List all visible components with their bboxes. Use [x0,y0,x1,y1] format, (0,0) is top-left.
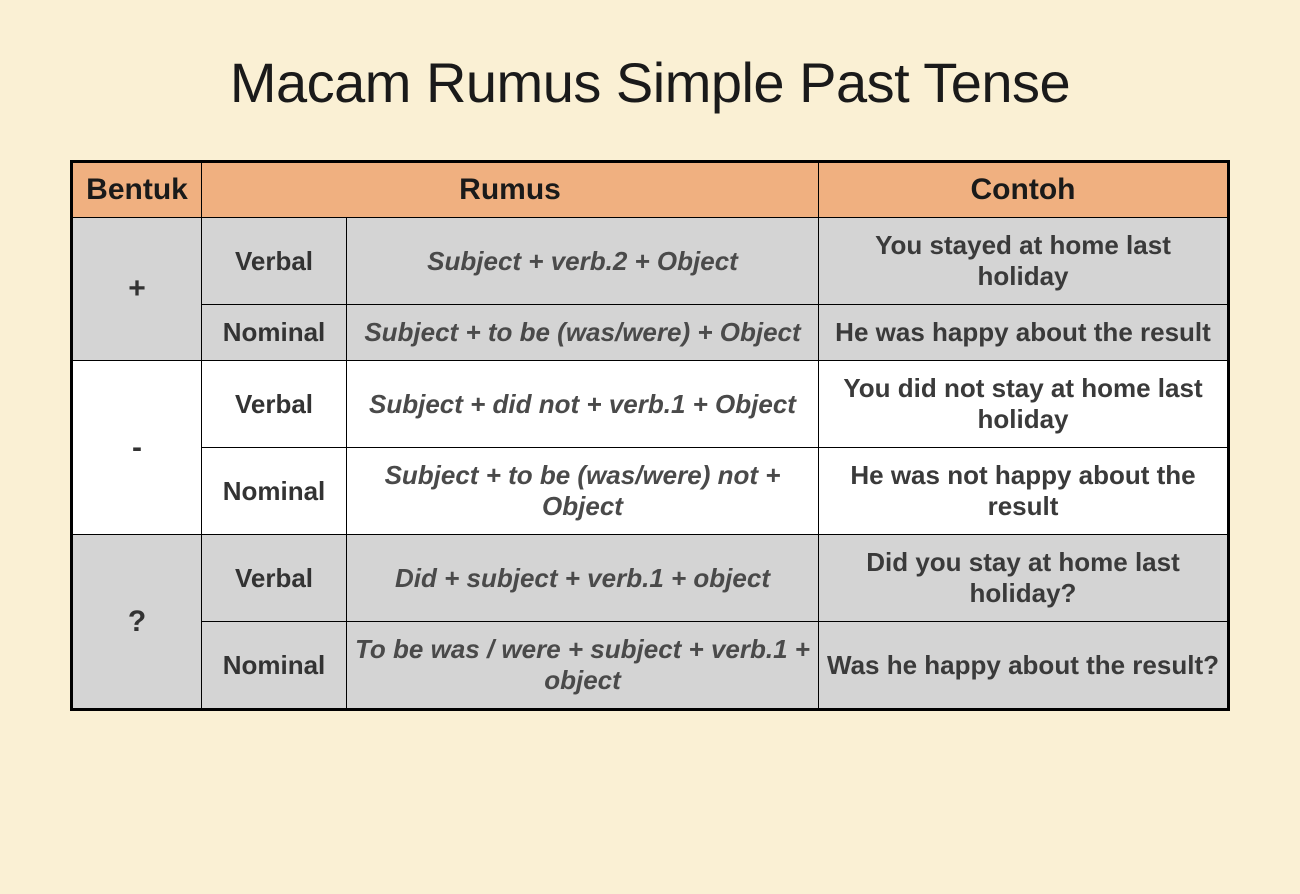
bentuk-question: ? [72,535,202,710]
contoh-cell: Was he happy about the result? [819,622,1229,710]
type-cell: Verbal [202,361,347,448]
contoh-cell: You stayed at home last holiday [819,218,1229,305]
tense-table: Bentuk Rumus Contoh + Verbal Subject + v… [70,160,1230,711]
table-row: - Verbal Subject + did not + verb.1 + Ob… [72,361,1229,448]
contoh-cell: Did you stay at home last holiday? [819,535,1229,622]
type-cell: Nominal [202,448,347,535]
page-title: Macam Rumus Simple Past Tense [70,50,1230,115]
rumus-cell: Subject + did not + verb.1 + Object [347,361,819,448]
table-row: Nominal To be was / were + subject + ver… [72,622,1229,710]
bentuk-negative: - [72,361,202,535]
type-cell: Verbal [202,218,347,305]
type-cell: Nominal [202,305,347,361]
contoh-cell: He was happy about the result [819,305,1229,361]
rumus-cell: To be was / were + subject + verb.1 + ob… [347,622,819,710]
header-rumus: Rumus [202,162,819,218]
header-contoh: Contoh [819,162,1229,218]
type-cell: Verbal [202,535,347,622]
rumus-cell: Subject + verb.2 + Object [347,218,819,305]
contoh-cell: You did not stay at home last holiday [819,361,1229,448]
rumus-cell: Subject + to be (was/were) + Object [347,305,819,361]
bentuk-positive: + [72,218,202,361]
table-row: Nominal Subject + to be (was/were) not +… [72,448,1229,535]
rumus-cell: Did + subject + verb.1 + object [347,535,819,622]
table-row: + Verbal Subject + verb.2 + Object You s… [72,218,1229,305]
header-bentuk: Bentuk [72,162,202,218]
table-row: Nominal Subject + to be (was/were) + Obj… [72,305,1229,361]
contoh-cell: He was not happy about the result [819,448,1229,535]
type-cell: Nominal [202,622,347,710]
rumus-cell: Subject + to be (was/were) not + Object [347,448,819,535]
table-row: ? Verbal Did + subject + verb.1 + object… [72,535,1229,622]
